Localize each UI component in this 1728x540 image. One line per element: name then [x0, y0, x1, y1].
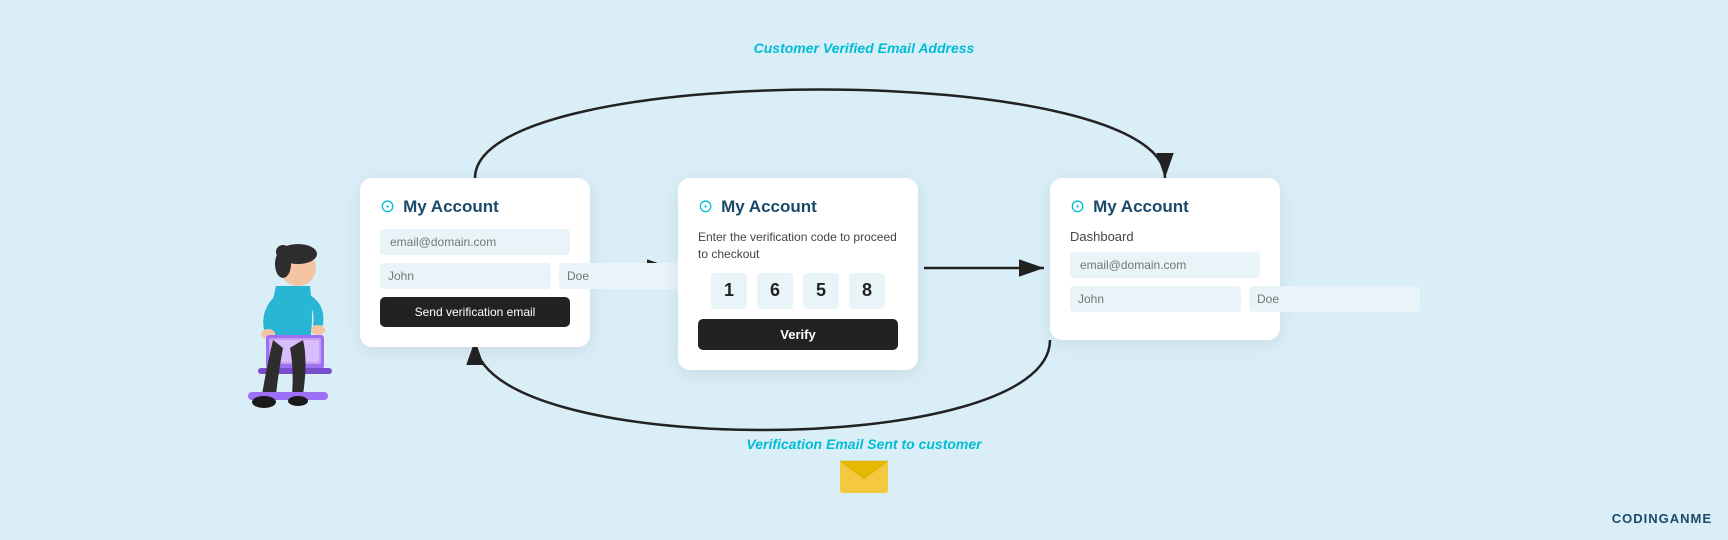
otp-digit-2[interactable]: 6	[757, 273, 793, 309]
otp-digit-1[interactable]: 1	[711, 273, 747, 309]
card-2-subtitle: Enter the verification code to proceed t…	[698, 229, 898, 263]
otp-digit-3[interactable]: 5	[803, 273, 839, 309]
card-2-header: ⊙ My Account	[698, 196, 898, 217]
last-name-field-3[interactable]	[1249, 286, 1420, 312]
card-2: ⊙ My Account Enter the verification code…	[678, 178, 918, 370]
card-1-header: ⊙ My Account	[380, 196, 570, 217]
account-icon-1: ⊙	[380, 196, 395, 217]
card-3: ⊙ My Account Dashboard	[1050, 178, 1280, 340]
watermark: CODINGANME	[1612, 511, 1712, 526]
person-illustration	[218, 230, 348, 430]
card-3-header: ⊙ My Account	[1070, 196, 1260, 217]
otp-digit-4[interactable]: 8	[849, 273, 885, 309]
card-1: ⊙ My Account Send verification email	[360, 178, 590, 347]
card-2-title: My Account	[721, 197, 817, 217]
first-name-field-1[interactable]	[380, 263, 551, 289]
first-name-field-3[interactable]	[1070, 286, 1241, 312]
email-envelope	[840, 457, 888, 502]
name-row-3	[1070, 286, 1260, 312]
send-verification-button[interactable]: Send verification email	[380, 297, 570, 327]
account-icon-2: ⊙	[698, 196, 713, 217]
card-1-title: My Account	[403, 197, 499, 217]
name-row-1	[380, 263, 570, 289]
verify-button[interactable]: Verify	[698, 319, 898, 350]
email-field-1[interactable]	[380, 229, 570, 255]
card-3-title: My Account	[1093, 197, 1189, 217]
email-field-3[interactable]	[1070, 252, 1260, 278]
scene: Customer Verified Email Address Verifica…	[0, 0, 1728, 540]
account-icon-3: ⊙	[1070, 196, 1085, 217]
top-arrow-label: Customer Verified Email Address	[754, 40, 975, 56]
bottom-arrow-label: Verification Email Sent to customer	[746, 436, 981, 452]
otp-row: 1 6 5 8	[698, 273, 898, 309]
dashboard-label: Dashboard	[1070, 229, 1260, 244]
